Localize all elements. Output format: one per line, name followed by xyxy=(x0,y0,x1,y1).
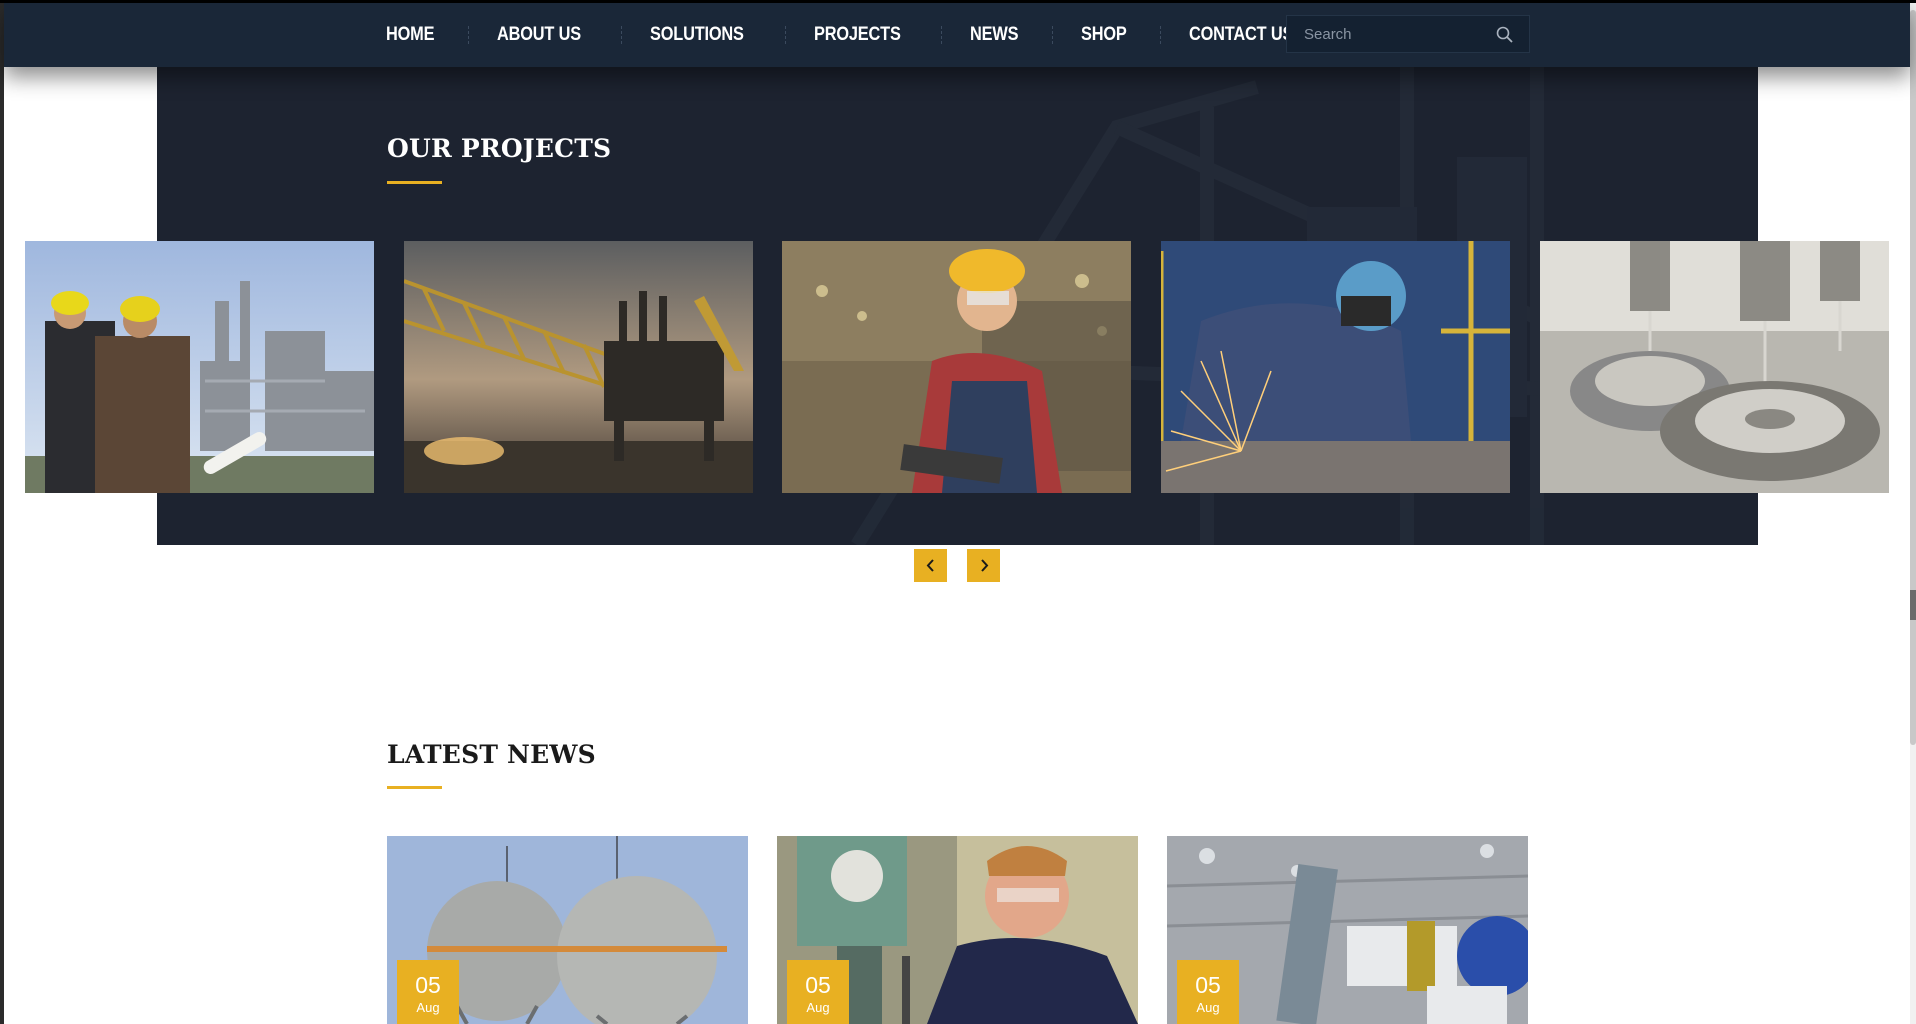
projects-title: OUR PROJECTS xyxy=(387,134,612,163)
nav-solutions[interactable]: SOLUTIONS xyxy=(650,24,744,46)
news-title-underline xyxy=(387,786,442,789)
nav-projects[interactable]: PROJECTS xyxy=(814,24,901,46)
search-icon[interactable] xyxy=(1495,25,1515,45)
nav-about-us[interactable]: ABOUT US xyxy=(497,24,581,46)
scrollbar-thumb[interactable] xyxy=(1910,10,1916,745)
news-day: 05 xyxy=(415,972,441,998)
nav-shop[interactable]: SHOP xyxy=(1081,24,1127,46)
scrollbar-marker xyxy=(1910,590,1916,620)
news-month: Aug xyxy=(416,1000,440,1015)
offshore-oil-platform-image xyxy=(404,241,753,493)
main-navbar: HOME ABOUT US SOLUTIONS PROJECTS NEWS SH… xyxy=(4,3,1910,67)
search-input[interactable] xyxy=(1287,16,1487,52)
projects-title-underline xyxy=(387,181,442,184)
chevron-right-icon xyxy=(980,559,988,572)
main-menu: HOME ABOUT US SOLUTIONS PROJECTS NEWS SH… xyxy=(386,3,1310,67)
news-card[interactable]: 05 Aug xyxy=(387,836,748,1024)
nav-news[interactable]: NEWS xyxy=(970,24,1019,46)
woman-worker-with-tablet-image xyxy=(782,241,1131,493)
project-card[interactable] xyxy=(1540,241,1889,493)
nav-separator xyxy=(1159,26,1162,44)
nav-separator xyxy=(940,26,943,44)
news-day: 05 xyxy=(805,972,831,998)
news-title: LATEST NEWS xyxy=(387,740,596,769)
nav-separator xyxy=(620,26,623,44)
engineers-at-refinery-image xyxy=(25,241,374,493)
page-scrollbar[interactable] xyxy=(1910,0,1916,1024)
welder-with-sparks-image xyxy=(1161,241,1510,493)
project-card[interactable] xyxy=(25,241,374,493)
project-card[interactable] xyxy=(782,241,1131,493)
news-date-badge: 05 Aug xyxy=(397,960,459,1024)
nav-contact-us[interactable]: CONTACT US xyxy=(1189,24,1293,46)
news-date-badge: 05 Aug xyxy=(787,960,849,1024)
news-date-badge: 05 Aug xyxy=(1177,960,1239,1024)
chevron-left-icon xyxy=(926,559,934,572)
cnc-drilling-machine-image xyxy=(1540,241,1889,493)
news-month: Aug xyxy=(1196,1000,1220,1015)
project-card[interactable] xyxy=(404,241,753,493)
news-card[interactable]: 05 Aug xyxy=(777,836,1138,1024)
nav-separator xyxy=(468,26,470,44)
nav-separator xyxy=(1051,26,1054,44)
news-card[interactable]: 05 Aug xyxy=(1167,836,1528,1024)
carousel-next-button[interactable] xyxy=(967,549,1000,582)
carousel-prev-button[interactable] xyxy=(914,549,947,582)
window-top-edge xyxy=(0,0,1916,3)
project-card[interactable] xyxy=(1161,241,1510,493)
news-day: 05 xyxy=(1195,972,1221,998)
news-month: Aug xyxy=(806,1000,830,1015)
search-box xyxy=(1286,15,1530,53)
nav-separator xyxy=(784,26,787,44)
nav-home[interactable]: HOME xyxy=(386,24,435,46)
window-left-edge xyxy=(0,0,4,1024)
